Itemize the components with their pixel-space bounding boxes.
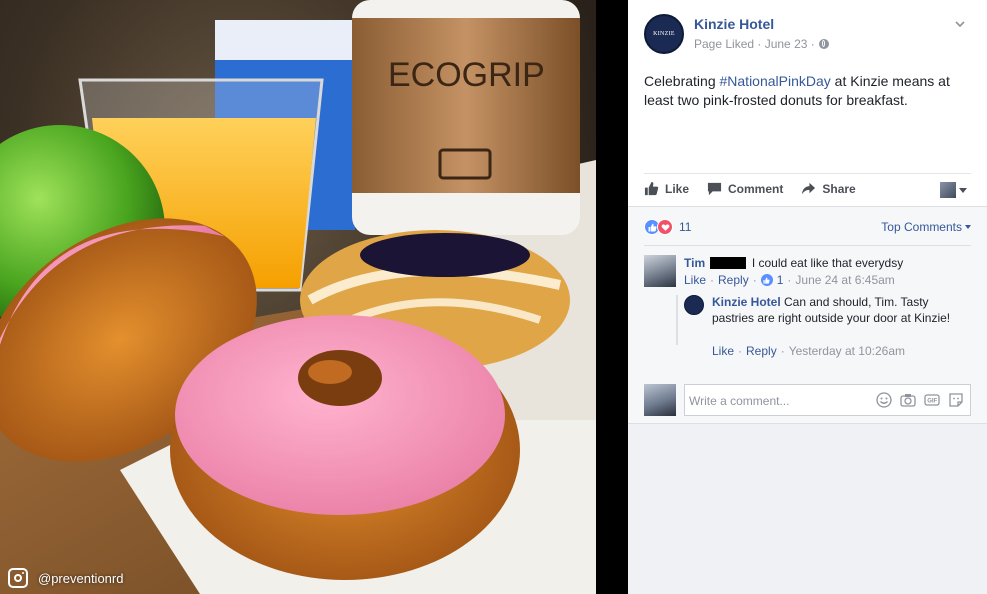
photo-divider bbox=[596, 0, 628, 594]
comment-button[interactable]: Comment bbox=[707, 181, 783, 196]
post-as-selector[interactable] bbox=[940, 182, 967, 198]
page-name-link[interactable]: Kinzie Hotel bbox=[694, 16, 774, 32]
post-text: Celebrating #NationalPinkDay at Kinzie m… bbox=[644, 72, 974, 110]
reply-like-link[interactable]: Like bbox=[712, 344, 734, 358]
breakfast-photo-illustration: ECOGRIP bbox=[0, 0, 596, 594]
reply-meta: Like · Reply · Yesterday at 10:26am bbox=[712, 344, 906, 358]
like-button[interactable]: Like bbox=[644, 181, 689, 196]
post-meta-text: Page Liked · June 23 · bbox=[694, 37, 815, 51]
post-side-panel: KINZIE Kinzie Hotel Page Liked · June 23… bbox=[628, 0, 987, 594]
comment-bubble-icon bbox=[707, 182, 722, 196]
blueberry-filling bbox=[360, 233, 530, 277]
cup-sleeve bbox=[352, 18, 580, 193]
sticker-icon[interactable] bbox=[948, 392, 964, 408]
comment-like-icon bbox=[760, 274, 773, 286]
reactions-summary[interactable]: 11 bbox=[644, 219, 691, 235]
post-options-chevron-down-icon[interactable] bbox=[954, 18, 966, 30]
reply-avatar[interactable] bbox=[684, 295, 704, 315]
sort-label: Top Comments bbox=[881, 220, 962, 234]
instagram-icon bbox=[8, 568, 28, 588]
share-button[interactable]: Share bbox=[801, 181, 856, 196]
gif-icon[interactable]: GIF bbox=[924, 392, 940, 408]
write-comment-row: Write a comment... GIF bbox=[644, 384, 971, 416]
mini-avatar bbox=[940, 182, 956, 198]
comment-text: I could eat like that everydsy bbox=[751, 256, 904, 270]
caret-down-icon bbox=[959, 187, 967, 193]
reply-time[interactable]: Yesterday at 10:26am bbox=[789, 344, 905, 358]
cup-brand-text: ECOGRIP bbox=[388, 56, 545, 94]
watermark-handle: @preventionrd bbox=[38, 570, 124, 586]
globe-icon[interactable] bbox=[818, 39, 829, 49]
reply-author-name[interactable]: Kinzie Hotel bbox=[712, 295, 781, 309]
share-arrow-icon bbox=[802, 182, 816, 195]
commenter-avatar[interactable] bbox=[644, 255, 676, 287]
reply-body: Kinzie Hotel Can and should, Tim. Tasty … bbox=[712, 294, 962, 326]
post-photo[interactable]: ECOGRIP @preventionrd bbox=[0, 0, 596, 594]
post-text-prefix: Celebrating bbox=[644, 73, 720, 89]
comment-label: Comment bbox=[728, 181, 784, 196]
reaction-count: 11 bbox=[679, 220, 692, 234]
commenter-name[interactable]: Tim bbox=[684, 256, 705, 270]
reply-reply-link[interactable]: Reply bbox=[746, 344, 777, 358]
post-actions-bar: Like Comment Share bbox=[644, 173, 971, 203]
camera-icon[interactable] bbox=[900, 392, 916, 408]
like-label: Like bbox=[665, 181, 690, 196]
share-label: Share bbox=[822, 181, 856, 196]
reactions-divider bbox=[644, 245, 971, 246]
comment-like-count[interactable]: 1 bbox=[777, 273, 784, 287]
sort-caret-down-icon bbox=[965, 225, 971, 229]
reply-thread-line bbox=[676, 295, 678, 345]
comment-input-tools: GIF bbox=[876, 392, 964, 408]
comment-like-link[interactable]: Like bbox=[684, 273, 706, 287]
instagram-watermark: @preventionrd bbox=[8, 568, 123, 588]
current-user-avatar bbox=[644, 384, 676, 416]
avatar-logo-text: KINZIE bbox=[653, 31, 675, 37]
redacted-surname bbox=[710, 257, 747, 269]
comment-input[interactable]: Write a comment... GIF bbox=[684, 384, 971, 416]
top-comments-dropdown[interactable]: Top Comments bbox=[881, 220, 971, 234]
page-avatar[interactable]: KINZIE bbox=[644, 14, 684, 54]
comment-time[interactable]: June 24 at 6:45am bbox=[795, 273, 894, 287]
svg-text:GIF: GIF bbox=[927, 399, 937, 405]
love-reaction-icon bbox=[657, 219, 673, 235]
hashtag-link[interactable]: #NationalPinkDay bbox=[720, 73, 831, 89]
post-card: KINZIE Kinzie Hotel Page Liked · June 23… bbox=[628, 0, 987, 206]
emoji-icon[interactable] bbox=[876, 392, 892, 408]
post-meta: Page Liked · June 23 · bbox=[694, 37, 829, 51]
comments-section: 11 Top Comments Tim I could eat like tha… bbox=[628, 206, 987, 424]
comment-meta: Like · Reply · 1 · June 24 at 6:45am bbox=[684, 273, 895, 287]
comment-body: Tim I could eat like that everydsy bbox=[684, 255, 974, 271]
comment-reply-link[interactable]: Reply bbox=[718, 273, 749, 287]
donut-front bbox=[170, 315, 520, 580]
thumbs-up-icon bbox=[644, 181, 659, 196]
comment-input-placeholder: Write a comment... bbox=[689, 394, 790, 408]
